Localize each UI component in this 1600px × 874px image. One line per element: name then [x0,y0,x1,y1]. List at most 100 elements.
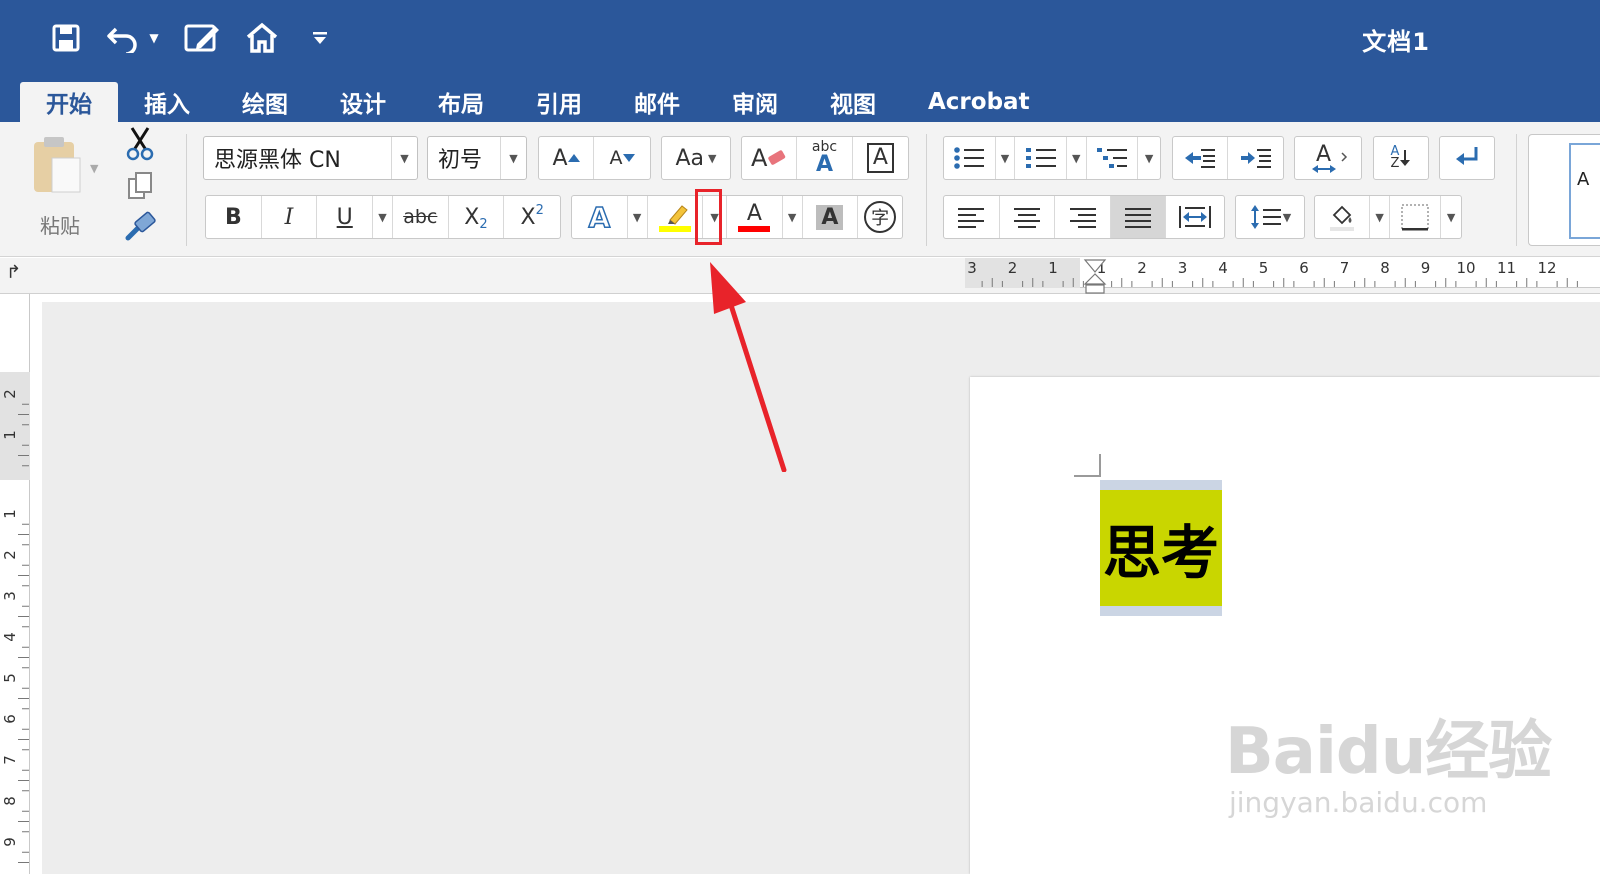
line-spacing-button[interactable]: ▼ [1236,196,1304,238]
home-icon[interactable] [242,18,282,58]
tab-review[interactable]: 审阅 [706,82,804,122]
paste-button[interactable]: ▼ 粘贴 [20,132,106,238]
italic-button[interactable]: I [262,196,318,238]
align-center-button[interactable] [1000,196,1056,238]
bullets-button[interactable] [944,137,996,179]
tab-layout[interactable]: 布局 [412,82,510,122]
borders-icon [1401,204,1429,231]
tab-draw[interactable]: 绘图 [216,82,314,122]
shrink-font-button[interactable]: A [594,137,650,179]
sort-button[interactable]: A Z [1374,137,1428,179]
edit-document-icon[interactable] [180,18,224,58]
shading-dropdown-icon[interactable]: ▼ [1370,196,1390,238]
indent-marker-icon[interactable] [1083,258,1107,294]
arrow-down-icon [1400,150,1411,166]
highlighter-icon [667,205,688,225]
customize-toolbar-icon[interactable] [308,18,332,58]
font-color-button[interactable]: A [727,196,783,238]
cut-icon[interactable] [124,126,158,164]
paste-dropdown-icon[interactable]: ▼ [90,162,98,175]
copy-icon[interactable] [126,170,156,204]
ruler-tick-label: 9 [1,837,19,847]
grow-font-button[interactable]: A [539,137,595,179]
list-group: ▼ ▼ ▼ [943,136,1161,180]
align-left-icon [958,208,985,228]
phonetic-big-glyph: A [816,152,834,177]
styles-gallery[interactable]: A [1528,134,1600,246]
superscript-button[interactable]: X2 [504,196,560,238]
align-left-button[interactable] [944,196,1000,238]
margin-corner-mark [1074,454,1101,477]
ruler-tick-label: 3 [1,591,19,601]
change-case-button[interactable]: Aa ▼ [662,137,730,179]
multilevel-list-dropdown-icon[interactable]: ▼ [1138,137,1160,179]
ruler-tick-label: 2 [1008,259,1018,277]
strikethrough-button[interactable]: abc [393,196,449,238]
justify-button[interactable] [1110,196,1167,238]
phonetic-guide-button[interactable]: abc A [797,137,853,179]
text-effects-group: A ▼ ▼ A ▼ A 字 [571,195,903,239]
numbering-dropdown-icon[interactable]: ▼ [1067,137,1087,179]
underline-dropdown-icon[interactable]: ▼ [373,196,393,238]
tab-references[interactable]: 引用 [510,82,608,122]
align-right-button[interactable] [1055,196,1111,238]
distributed-button[interactable] [1166,196,1224,238]
asian-layout-button[interactable]: A [1295,137,1361,179]
undo-icon[interactable] [104,18,144,58]
tab-acrobat[interactable]: Acrobat [902,82,1056,122]
triangle-up-icon [567,154,580,162]
borders-button[interactable] [1390,196,1442,238]
ribbon-tabs: 开始 插入 绘图 设计 布局 引用 邮件 审阅 视图 Acrobat [20,78,1056,122]
change-case-group: Aa ▼ [661,136,731,180]
font-color-dropdown-icon[interactable]: ▼ [783,196,803,238]
ruler-tick-label: 1 [1048,259,1058,277]
tab-home[interactable]: 开始 [20,82,118,122]
bold-button[interactable]: B [206,196,262,238]
highlight-color-bar [658,226,691,232]
font-size-dropdown-icon[interactable]: ▼ [500,137,526,179]
paragraph-mark-button[interactable] [1440,137,1494,179]
numbering-button[interactable] [1015,137,1067,179]
character-border-glyph: A [866,143,894,173]
asian-layout-group: A [1294,136,1362,180]
document-text[interactable]: 思考 [1100,490,1222,606]
format-painter-icon[interactable] [124,210,160,244]
line-spacing-dropdown-icon[interactable]: ▼ [1283,211,1291,224]
character-border-button[interactable]: A [853,137,908,179]
ruler-tick-label: 2 [1137,259,1147,277]
font-name-dropdown-icon[interactable]: ▼ [391,137,417,179]
style-normal-preview[interactable]: A [1569,143,1600,239]
character-shading-button[interactable]: A [803,196,859,238]
tab-mailings[interactable]: 邮件 [608,82,706,122]
undo-dropdown-icon[interactable]: ▼ [146,18,162,58]
align-center-icon [1013,208,1040,228]
tab-view[interactable]: 视图 [804,82,902,122]
decrease-indent-button[interactable] [1173,137,1229,179]
alignment-group [943,195,1225,239]
save-icon[interactable] [48,18,84,58]
text-effects-button[interactable]: A [572,196,628,238]
shading-button[interactable] [1315,196,1371,238]
character-shading-glyph: A [816,204,844,230]
subscript-button[interactable]: X2 [449,196,505,238]
tab-insert[interactable]: 插入 [118,82,216,122]
bullets-dropdown-icon[interactable]: ▼ [996,137,1016,179]
bullets-icon [954,147,985,169]
enclose-characters-button[interactable]: 字 [858,196,902,238]
ruler-tick-label: 5 [1,673,19,683]
increase-indent-button[interactable] [1228,137,1283,179]
paint-bucket-icon [1330,205,1355,231]
text-effects-dropdown-icon[interactable]: ▼ [628,196,648,238]
underline-button[interactable]: U [317,196,374,238]
selected-text-block[interactable]: 思考 [1100,480,1222,616]
change-case-dropdown-icon[interactable]: ▼ [708,152,716,165]
paragraph-mark-icon [1456,147,1478,165]
multilevel-list-button[interactable] [1087,137,1139,179]
clear-format-button[interactable]: A [742,137,798,179]
font-name-select[interactable]: 思源黑体 CN ▼ [203,136,418,180]
tab-design[interactable]: 设计 [314,82,412,122]
text-effects-glyph: A [588,200,611,235]
ruler-tick-label: 4 [1218,259,1228,277]
borders-dropdown-icon[interactable]: ▼ [1441,196,1461,238]
font-size-select[interactable]: 初号 ▼ [427,136,527,180]
